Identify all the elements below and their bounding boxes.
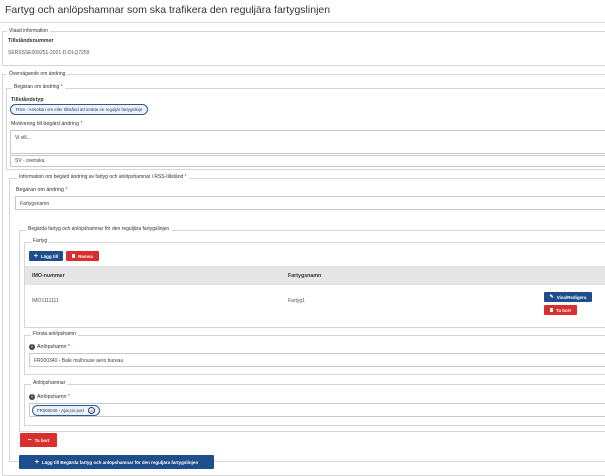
plus-icon: + [34,458,39,466]
table-cell-name: Fartyg1 [288,298,305,304]
tillstandsnummer-label: Tillståndsnummer [8,38,54,44]
forsta-legend: Första anlöpshamn [31,331,78,337]
info-icon: i [29,344,35,350]
anlop-label: Anlöpshamn * [37,394,70,400]
trash-icon [550,308,554,312]
overvagande-legend: Övervägande om ändring [7,71,68,77]
tillstandsnummer-value: SERSSSE009251-2021-D-DLQ7259 [8,50,90,56]
remove-fartyg-button[interactable]: Remsa [66,251,99,261]
anlop-legend: Anlöpshamnar [31,380,68,386]
begaran-select[interactable]: Fartygsnamn [15,196,605,210]
column-imo: IMO-nummer [32,273,65,279]
language-select[interactable]: SV - svenska [10,155,605,167]
add-begarda-button[interactable]: + Lägg till Begärda fartyg och anlöpsham… [19,455,214,469]
tillstandstyp-label: Tillståndstyp [11,97,44,103]
page-title: Fartyg och anlöpshamnar som ska trafiker… [5,4,331,16]
info-icon: i [29,394,35,400]
title-divider [0,22,605,23]
motivering-label: Motivering till begärd ändring * [11,121,83,127]
fartyg-legend: Fartyg [31,238,50,244]
plus-icon: + [33,252,38,260]
view-edit-button[interactable]: ✎ Visa/Redigera [544,292,592,302]
information-legend: Information om begärd ändring av fartyg … [17,174,189,180]
vald-information-legend: Vlaad information [7,28,50,34]
pencil-icon: ✎ [549,294,554,300]
vald-information-section [2,31,605,66]
minus-icon: − [27,436,32,444]
begaran-legend: Begäran om ändring * [12,84,65,90]
trash-icon [72,254,76,258]
begarda-legend: Begärda fartyg och anlöpshamnar för den … [26,226,172,232]
ta-bort-button[interactable]: − Ta bort [20,433,57,447]
add-fartyg-button[interactable]: + Lägg till [29,251,63,261]
fartyg-section [24,242,605,328]
anlop-select[interactable] [29,403,605,417]
table-cell-imo: IMO1111111 [32,298,59,304]
anlop-tag[interactable]: FR000040 - Ajaccio port × [32,405,101,416]
column-fartygsnamn: Fartygsnamn [288,273,322,279]
delete-row-button[interactable]: Ta bort [544,305,577,315]
forsta-label: Anlöpshamn * [37,344,70,350]
begaran-label: Begäran om ändring * [16,187,68,193]
close-icon[interactable]: × [88,407,96,414]
motivering-textarea[interactable]: Vi vill... [10,130,605,154]
forsta-select[interactable]: FR000340 - Bale mulhouse aero bureau [29,353,605,367]
tillstandstyp-chip[interactable]: RSS - Ansökan om eller tillstånd att inr… [10,104,149,115]
